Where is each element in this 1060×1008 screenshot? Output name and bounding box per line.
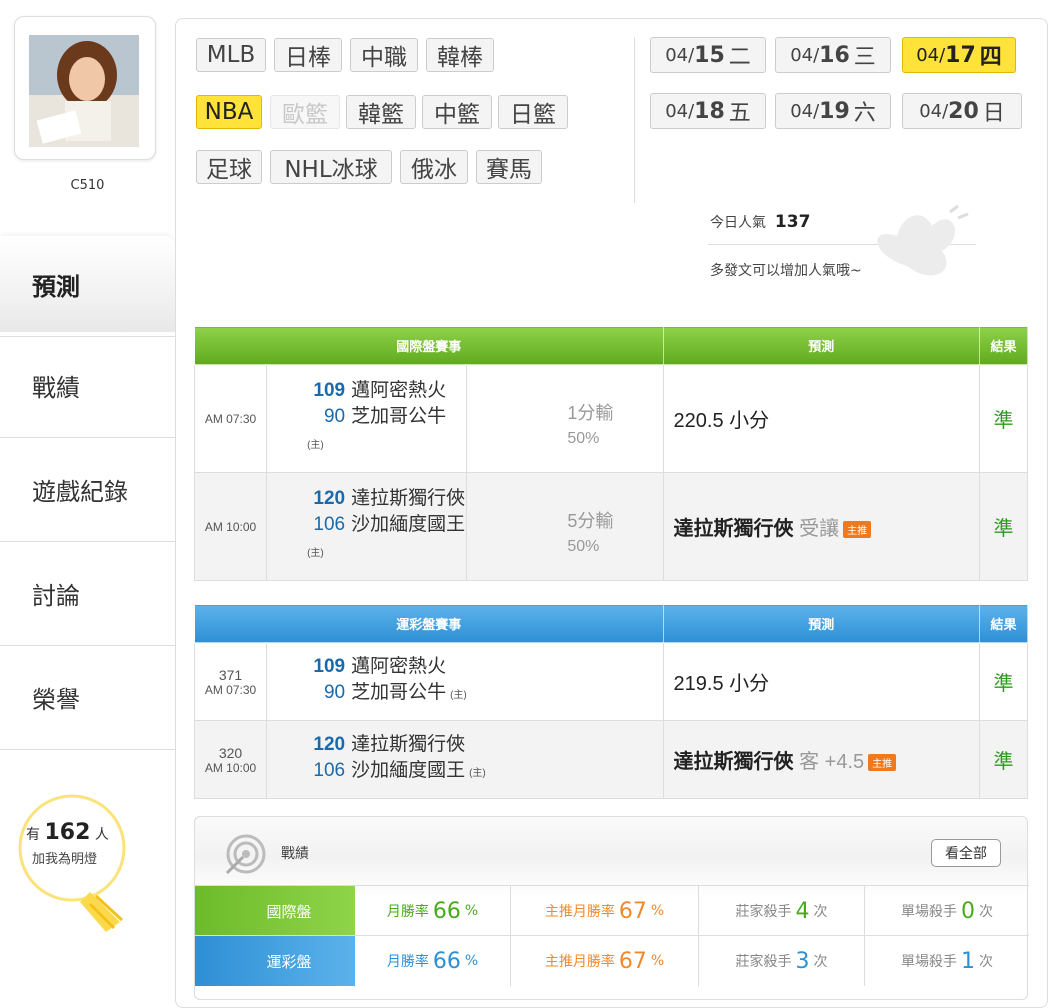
sport-tag-nhl[interactable]: NHL冰球 [270, 150, 392, 184]
butterfly-icon [877, 204, 969, 276]
date-0418[interactable]: 04/18 五 [650, 93, 766, 129]
record-label: 國際盤 [195, 886, 355, 936]
match-teams: 120達拉斯獨行俠 106沙加緬度國王(主) [266, 472, 468, 581]
sport-tag-mlb[interactable]: MLB [196, 38, 266, 72]
fan-count: 有 162 人 [26, 820, 109, 845]
sport-tag-nba[interactable]: NBA [196, 95, 262, 129]
sport-tag-euro-basketball[interactable]: 歐籃 [270, 95, 340, 129]
sidebar: C510 預測 戰績 遊戲紀錄 討論 榮譽 有 162 人 加我為明燈 [0, 0, 175, 1000]
main-pick-badge: 主推 [843, 521, 872, 539]
table-row: AM 10:00 120 達拉斯獨行俠 106 沙加緬度國王(主) 5分輸 50% … [193, 472, 1029, 581]
sport-tag-horse-racing[interactable]: 賽馬 [476, 150, 542, 184]
sport-tag-soccer[interactable]: 足球 [196, 150, 262, 184]
lightbulb-icon [18, 794, 126, 932]
result: 準 [978, 642, 1029, 721]
match-teams: 109邁阿密熱火 90芝加哥公牛(主) [266, 642, 664, 721]
match-teams: 120達拉斯獨行俠 106沙加緬度國王(主) [266, 720, 664, 799]
main-monthly-win-rate: 主推月勝率 67% [510, 936, 698, 986]
monthly-win-rate: 月勝率 66% [386, 948, 479, 974]
record-panel: 戰績 看全部 國際盤 月勝率 66% 主推月勝率 67% 莊家殺手 4 次 單場殺手 0 次… [194, 816, 1029, 1000]
prediction: 220.5 小分 [662, 364, 980, 473]
table-row: AM 07:30 109 邁阿密熱火 90 芝加哥公牛(主) 1分輸 50% 220… [193, 364, 1029, 473]
sport-tag-bj-league[interactable]: 日籃 [498, 95, 568, 129]
match-time: AM 07:30 [193, 364, 268, 473]
match-time: 371 AM 07:30 [193, 642, 268, 721]
sport-tag-cpbl[interactable]: 中職 [350, 38, 418, 72]
record-title: 戰績 [281, 846, 309, 862]
sport-tag-npb[interactable]: 日棒 [274, 38, 342, 72]
avatar[interactable] [14, 16, 156, 160]
prediction: 達拉斯獨行俠 受讓 主推 [662, 472, 980, 581]
table-row: 320 AM 10:00 120 達拉斯獨行俠 106 沙加緬度國王 (主) 達拉斯獨行… [193, 720, 1029, 799]
popularity: 今日人氣 137 [710, 212, 811, 232]
main-monthly-win-rate: 主推月勝率 67% [510, 886, 698, 936]
column-header-result: 結果 [978, 604, 1029, 643]
nav-item-predict[interactable]: 預測 [0, 236, 175, 332]
avatar-image [29, 35, 139, 147]
table-header: 國際盤賽事 預測 結果 [194, 326, 1029, 365]
match-spread: 1分輸 50% [466, 364, 664, 473]
prediction: 219.5 小分 [662, 642, 980, 721]
result: 準 [978, 472, 1029, 581]
nav-label: 榮譽 [32, 686, 80, 714]
intl-prediction-table: 國際盤賽事 預測 結果 AM 07:30 109 邁阿密熱火 90 芝加哥公牛(主)… [193, 326, 1029, 581]
dealer-killer: 莊家殺手 4 次 [698, 886, 864, 936]
nav-item-discussion[interactable]: 討論 [0, 542, 175, 646]
match-time: 320 AM 10:00 [193, 720, 268, 799]
result: 準 [978, 364, 1029, 473]
sport-tag-khl[interactable]: 俄冰 [400, 150, 468, 184]
nav-item-honor[interactable]: 榮譽 [0, 646, 175, 750]
sport-tag-kbl[interactable]: 韓籃 [346, 95, 416, 129]
match-spread: 5分輸 50% [466, 472, 664, 581]
nav-label: 戰績 [32, 373, 80, 402]
monthly-win-rate: 月勝率 66% [386, 898, 479, 924]
divider [634, 38, 635, 203]
fan-label: 加我為明燈 [32, 852, 98, 867]
record-label: 運彩盤 [195, 936, 355, 986]
single-game-killer: 單場殺手 1 次 [864, 936, 1029, 986]
profile-name: C510 [70, 178, 105, 193]
nav-label: 預測 [32, 272, 80, 301]
single-game-killer: 單場殺手 0 次 [864, 886, 1029, 936]
lottery-prediction-table: 運彩盤賽事 預測 結果 371 AM 07:30 109 邁阿密熱火 90 芝加哥公牛… [193, 604, 1029, 799]
table-header: 運彩盤賽事 預測 結果 [194, 604, 1029, 643]
prediction: 達拉斯獨行俠 客 +4.5 主推 [662, 720, 980, 799]
table-row: 371 AM 07:30 109 邁阿密熱火 90 芝加哥公牛 (主) 219.5 小分… [193, 642, 1029, 721]
dealer-killer: 莊家殺手 3 次 [698, 936, 864, 986]
nav-item-game-log[interactable]: 遊戲紀錄 [0, 438, 175, 542]
nav-label: 討論 [32, 582, 80, 610]
sport-tag-kbo[interactable]: 韓棒 [426, 38, 494, 72]
sport-tag-sbl[interactable]: 中籃 [422, 95, 492, 129]
view-all-button[interactable]: 看全部 [931, 839, 1001, 867]
record-row-lottery: 運彩盤 月勝率 66% 主推月勝率 67% 莊家殺手 3 次 單場殺手 1 次 [195, 935, 1029, 986]
popularity-value: 137 [774, 212, 811, 232]
date-0420[interactable]: 04/20 日 [902, 93, 1022, 129]
record-row-intl: 國際盤 月勝率 66% 主推月勝率 67% 莊家殺手 4 次 單場殺手 0 次 [195, 885, 1029, 936]
match-time: AM 10:00 [193, 472, 268, 581]
nav-item-record[interactable]: 戰績 [0, 336, 175, 438]
column-header-prediction: 預測 [662, 604, 980, 643]
column-header-match: 運彩盤賽事 [194, 604, 664, 643]
match-teams: 109邁阿密熱火 90芝加哥公牛(主) [266, 364, 468, 473]
column-header-prediction: 預測 [662, 326, 980, 365]
date-0415[interactable]: 04/15 二 [650, 37, 766, 73]
nav-label: 遊戲紀錄 [32, 478, 128, 506]
fan-bulb[interactable]: 有 162 人 加我為明燈 [10, 792, 145, 952]
popularity-hint: 多發文可以增加人氣哦~ [710, 263, 862, 279]
target-icon [225, 834, 266, 875]
column-header-result: 結果 [978, 326, 1029, 365]
main-pick-badge: 主推 [868, 754, 897, 772]
date-0419[interactable]: 04/19 六 [775, 93, 891, 129]
date-0417[interactable]: 04/17 四 [902, 37, 1016, 73]
date-0416[interactable]: 04/16 三 [775, 37, 891, 73]
result: 準 [978, 720, 1029, 799]
column-header-match: 國際盤賽事 [194, 326, 664, 365]
